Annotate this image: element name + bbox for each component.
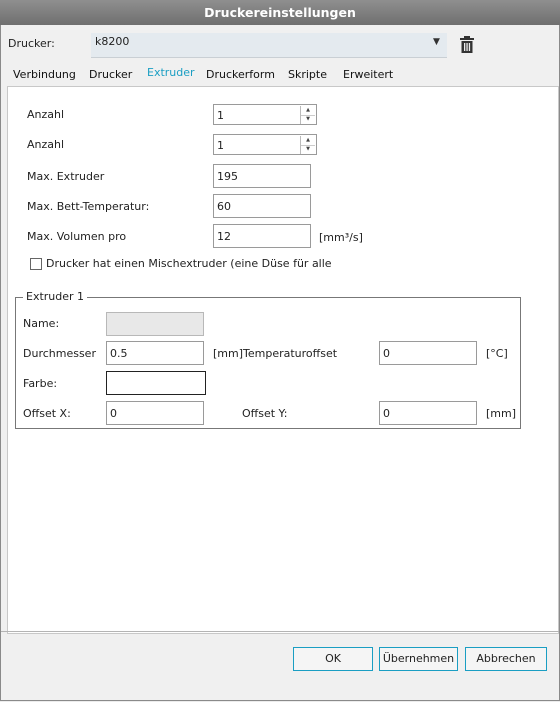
ok-button[interactable]: OK — [293, 647, 373, 671]
tab-bar: Verbindung Drucker Extruder Druckerform … — [1, 62, 559, 86]
count-label-2: Anzahl — [27, 138, 65, 151]
apply-button[interactable]: Übernehmen — [379, 647, 458, 671]
offset-x-value: 0 — [110, 407, 117, 420]
max-extruder-input[interactable]: 195 — [213, 164, 311, 188]
temp-offset-input[interactable]: 0 — [379, 341, 477, 365]
tab-verbindung[interactable]: Verbindung — [13, 68, 76, 81]
extruder-panel: Anzahl 1 ▲ ▼ Anzahl 1 ▲ ▼ Max. Extruder … — [7, 86, 559, 634]
offset-x-input[interactable]: 0 — [106, 401, 204, 425]
max-bed-input[interactable]: 60 — [213, 194, 311, 218]
offset-unit: [mm] — [486, 407, 517, 420]
printer-label: Drucker: — [8, 37, 55, 50]
max-bed-label: Max. Bett-Temperatur: — [27, 200, 150, 213]
count-spinner-2[interactable]: 1 ▲ ▼ — [213, 134, 317, 155]
footer-separator — [1, 631, 559, 632]
max-volume-value: 12 — [217, 230, 231, 243]
window-title: Druckereinstellungen — [0, 0, 560, 26]
tab-skripte[interactable]: Skripte — [288, 68, 327, 81]
name-label: Name: — [23, 317, 60, 330]
printer-select-value: k8200 — [95, 35, 130, 48]
temp-offset-label: Temperaturoffset — [243, 347, 338, 360]
count-label-1: Anzahl — [27, 108, 65, 121]
tab-extruder[interactable]: Extruder — [147, 66, 195, 79]
cancel-button[interactable]: Abbrechen — [465, 647, 547, 671]
spin-down-icon[interactable]: ▼ — [301, 115, 315, 124]
max-volume-label: Max. Volumen pro — [27, 230, 127, 243]
offset-y-value: 0 — [383, 407, 390, 420]
extruder-1-group: Extruder 1 Name: Durchmesser 0.5 [mm] Te… — [15, 290, 521, 429]
tab-erweitert[interactable]: Erweitert — [343, 68, 393, 81]
max-volume-unit: [mm³/s] — [319, 231, 363, 244]
offset-y-input[interactable]: 0 — [379, 401, 477, 425]
color-label: Farbe: — [23, 377, 58, 390]
extruder-1-title: Extruder 1 — [23, 290, 88, 303]
chevron-down-icon: ▼ — [433, 37, 440, 47]
temp-offset-value: 0 — [383, 347, 390, 360]
mixing-extruder-label: Drucker hat einen Mischextruder (eine Dü… — [46, 257, 332, 270]
spin-buttons-2: ▲ ▼ — [300, 136, 315, 154]
mixing-extruder-checkbox[interactable] — [30, 258, 42, 270]
spin-down-icon[interactable]: ▼ — [301, 145, 315, 154]
max-extruder-value: 195 — [217, 170, 238, 183]
count-spinner-1[interactable]: 1 ▲ ▼ — [213, 104, 317, 125]
dialog-body: Drucker: k8200 ▼ Verbindung Drucker Extr… — [0, 25, 560, 701]
name-input[interactable] — [106, 312, 204, 336]
tab-druckerform[interactable]: Druckerform — [206, 68, 275, 81]
printer-row: Drucker: k8200 ▼ — [1, 33, 559, 58]
diameter-unit: [mm] — [213, 347, 244, 360]
offset-x-label: Offset X: — [23, 407, 71, 420]
max-volume-input[interactable]: 12 — [213, 224, 311, 248]
count-spinner-1-value: 1 — [217, 109, 224, 122]
color-picker[interactable] — [106, 371, 206, 395]
count-spinner-2-value: 1 — [217, 139, 224, 152]
temp-offset-unit: [°C] — [486, 347, 508, 360]
spin-buttons-1: ▲ ▼ — [300, 106, 315, 124]
max-extruder-label: Max. Extruder — [27, 170, 105, 183]
button-bar: OK Übernehmen Abbrechen — [1, 647, 559, 673]
offset-y-label: Offset Y: — [242, 407, 288, 420]
trash-icon[interactable] — [459, 36, 475, 54]
tab-drucker[interactable]: Drucker — [89, 68, 132, 81]
diameter-input[interactable]: 0.5 — [106, 341, 204, 365]
printer-select[interactable]: k8200 ▼ — [91, 33, 447, 58]
diameter-label: Durchmesser — [23, 347, 96, 360]
diameter-value: 0.5 — [110, 347, 128, 360]
max-bed-value: 60 — [217, 200, 231, 213]
